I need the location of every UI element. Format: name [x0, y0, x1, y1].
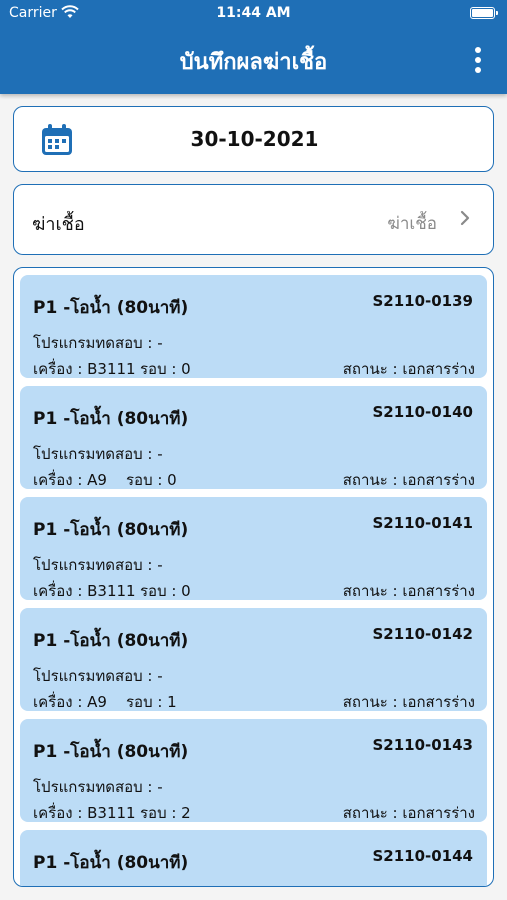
item-machine: เครื่อง : B3111: [33, 804, 136, 822]
item-status: สถานะ : เอกสารร่าง: [342, 582, 475, 600]
item-round: รอบ : 2: [140, 804, 191, 822]
item-program: โปรแกรมทดสอบ : -: [33, 778, 163, 796]
item-name: P1 -โอน้ำ (80นาที): [33, 520, 189, 540]
list-item[interactable]: P1 -โอน้ำ (80นาที) S2110-0142 โปรแกรมทดส…: [20, 608, 487, 711]
item-status: สถานะ : เอกสารร่าง: [342, 360, 475, 378]
item-code: S2110-0142: [372, 625, 473, 643]
item-code: S2110-0139: [372, 292, 473, 310]
record-list[interactable]: P1 -โอน้ำ (80นาที) S2110-0139 โปรแกรมทดส…: [13, 267, 494, 887]
app-header: Carrier 11:44 AM บันทึกผลฆ่าเชื้อ: [0, 0, 507, 94]
chevron-right-icon: [460, 210, 470, 226]
item-round: รอบ : 1: [126, 693, 177, 711]
item-machine: เครื่อง : B3111: [33, 360, 136, 378]
list-item[interactable]: P1 -โอน้ำ (80นาที) S2110-0143 โปรแกรมทดส…: [20, 719, 487, 822]
item-code: S2110-0141: [372, 514, 473, 532]
item-machine: เครื่อง : A9: [33, 693, 107, 711]
page-title: บันทึกผลฆ่าเชื้อ: [179, 50, 328, 75]
item-status: สถานะ : เอกสารร่าง: [342, 471, 475, 489]
list-item[interactable]: P1 -โอน้ำ (80นาที) S2110-0144: [20, 830, 487, 886]
clock-time: 11:44 AM: [216, 5, 291, 21]
filter-selector[interactable]: ฆ่าเชื้อ ฆ่าเชื้อ: [13, 184, 494, 255]
item-program: โปรแกรมทดสอบ : -: [33, 334, 163, 352]
item-name: P1 -โอน้ำ (80นาที): [33, 742, 189, 762]
list-item[interactable]: P1 -โอน้ำ (80นาที) S2110-0139 โปรแกรมทดส…: [20, 275, 487, 378]
item-machine: เครื่อง : A9: [33, 471, 107, 489]
item-status: สถานะ : เอกสารร่าง: [342, 693, 475, 711]
date-picker[interactable]: 30-10-2021: [13, 106, 494, 172]
list-item[interactable]: P1 -โอน้ำ (80นาที) S2110-0140 โปรแกรมทดส…: [20, 386, 487, 489]
item-round: รอบ : 0: [126, 471, 177, 489]
item-round: รอบ : 0: [140, 360, 191, 378]
list-item[interactable]: P1 -โอน้ำ (80นาที) S2110-0141 โปรแกรมทดส…: [20, 497, 487, 600]
item-status: สถานะ : เอกสารร่าง: [342, 804, 475, 822]
item-program: โปรแกรมทดสอบ : -: [33, 445, 163, 463]
item-name: P1 -โอน้ำ (80นาที): [33, 631, 189, 651]
more-options-icon[interactable]: [473, 47, 483, 75]
item-name: P1 -โอน้ำ (80นาที): [33, 298, 189, 318]
item-code: S2110-0140: [372, 403, 473, 421]
item-program: โปรแกรมทดสอบ : -: [33, 667, 163, 685]
item-code: S2110-0144: [372, 847, 473, 865]
item-name: P1 -โอน้ำ (80นาที): [33, 409, 189, 429]
date-value: 30-10-2021: [190, 127, 319, 151]
item-program: โปรแกรมทดสอบ : -: [33, 556, 163, 574]
item-code: S2110-0143: [372, 736, 473, 754]
item-machine: เครื่อง : B3111: [33, 582, 136, 600]
status-bar: Carrier 11:44 AM: [0, 0, 507, 28]
filter-label: ฆ่าเชื้อ: [32, 214, 85, 235]
battery-icon: [470, 7, 498, 19]
item-name: P1 -โอน้ำ (80นาที): [33, 853, 189, 873]
filter-value: ฆ่าเชื้อ: [387, 214, 437, 234]
item-round: รอบ : 0: [140, 582, 191, 600]
